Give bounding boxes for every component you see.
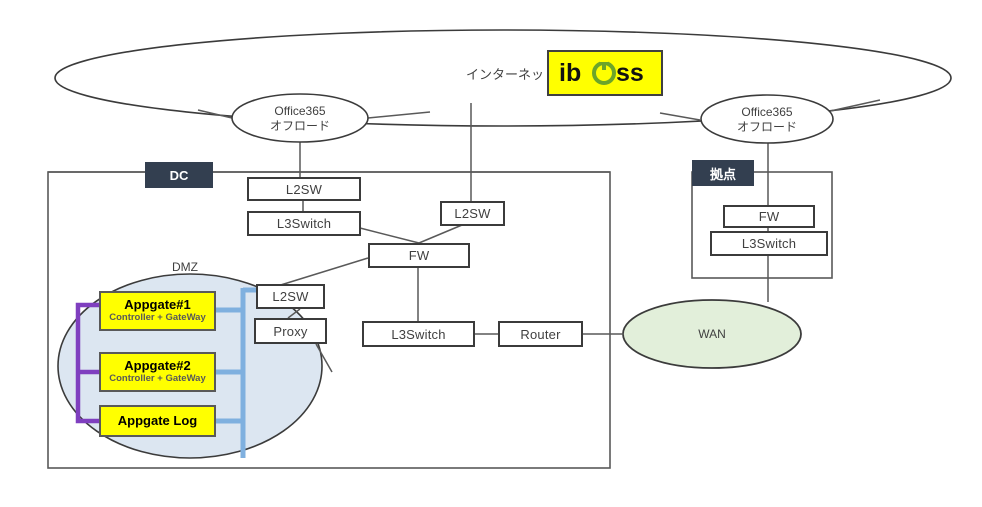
- zone-badge-dc: DC: [145, 162, 213, 188]
- wire-l2sw-right-fw: [418, 224, 463, 244]
- offload-right-line1: Office365: [741, 105, 793, 119]
- offload-left-line1: Office365: [274, 104, 326, 118]
- appgate-node-1[interactable]: Appgate#1 Controller + GateWay: [99, 291, 216, 331]
- offload-left-line2: オフロード: [269, 119, 330, 133]
- device-l3switch-dc-edge[interactable]: L3Switch: [362, 321, 475, 347]
- device-l2sw-dmz[interactable]: L2SW: [256, 284, 325, 309]
- wire-l3switch-fw: [359, 227, 420, 244]
- device-router-dc[interactable]: Router: [498, 321, 583, 347]
- appgate-2-title: Appgate#2: [124, 358, 191, 374]
- office365-offload-left: Office365 オフロード: [232, 99, 368, 139]
- appgate-1-subtitle: Controller + GateWay: [109, 312, 206, 324]
- dmz-label: DMZ: [172, 260, 198, 274]
- svg-text:ss: ss: [616, 59, 644, 87]
- iboss-logo: ib ss: [547, 50, 663, 96]
- appgate-log-title: Appgate Log: [117, 412, 198, 428]
- device-l3switch-dc-core[interactable]: L3Switch: [247, 211, 361, 236]
- device-l3switch-branch[interactable]: L3Switch: [710, 231, 828, 256]
- appgate-1-title: Appgate#1: [124, 297, 191, 313]
- zone-badge-branch: 拠点: [692, 160, 754, 186]
- device-proxy-dmz[interactable]: Proxy: [254, 318, 327, 344]
- office365-offload-right: Office365 オフロード: [701, 100, 833, 140]
- offload-right-line2: オフロード: [736, 120, 797, 134]
- svg-text:ib: ib: [559, 59, 581, 87]
- device-l2sw-dc-right[interactable]: L2SW: [440, 201, 505, 226]
- appgate-node-2[interactable]: Appgate#2 Controller + GateWay: [99, 352, 216, 392]
- device-fw-dc[interactable]: FW: [368, 243, 470, 268]
- internet-label: インターネット: [466, 67, 558, 82]
- wan-label: WAN: [698, 327, 726, 341]
- appgate-node-log[interactable]: Appgate Log: [99, 405, 216, 437]
- device-fw-branch[interactable]: FW: [723, 205, 815, 228]
- device-l2sw-dc-top[interactable]: L2SW: [247, 177, 361, 201]
- network-diagram-canvas: インターネット ib ss Office365 オフロード Office365 …: [0, 0, 982, 507]
- appgate-2-subtitle: Controller + GateWay: [109, 373, 206, 385]
